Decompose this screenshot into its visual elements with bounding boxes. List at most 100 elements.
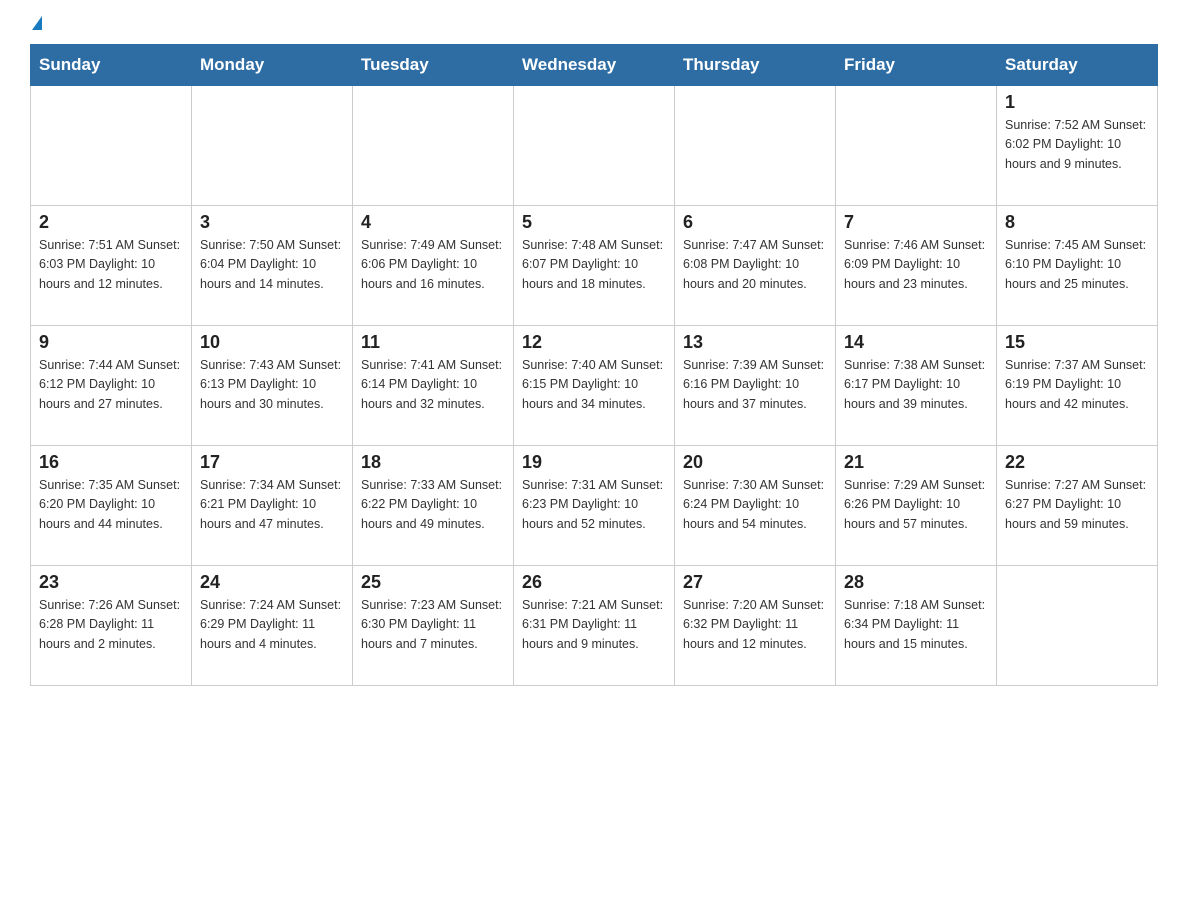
- calendar-day-cell: [836, 86, 997, 206]
- day-number: 5: [522, 212, 666, 233]
- day-number: 26: [522, 572, 666, 593]
- calendar-day-cell: [997, 566, 1158, 686]
- calendar-day-cell: 16 Sunrise: 7:35 AM Sunset: 6:20 PM Dayli…: [31, 446, 192, 566]
- calendar-week-row: 16 Sunrise: 7:35 AM Sunset: 6:20 PM Dayli…: [31, 446, 1158, 566]
- day-number: 21: [844, 452, 988, 473]
- calendar-day-cell: 18 Sunrise: 7:33 AM Sunset: 6:22 PM Dayli…: [353, 446, 514, 566]
- day-number: 27: [683, 572, 827, 593]
- calendar-day-header: Wednesday: [514, 45, 675, 86]
- calendar-day-cell: 12 Sunrise: 7:40 AM Sunset: 6:15 PM Dayli…: [514, 326, 675, 446]
- day-info: Sunrise: 7:30 AM Sunset: 6:24 PM Dayligh…: [683, 476, 827, 534]
- calendar-day-cell: 23 Sunrise: 7:26 AM Sunset: 6:28 PM Dayli…: [31, 566, 192, 686]
- day-number: 8: [1005, 212, 1149, 233]
- day-number: 19: [522, 452, 666, 473]
- day-info: Sunrise: 7:47 AM Sunset: 6:08 PM Dayligh…: [683, 236, 827, 294]
- day-info: Sunrise: 7:31 AM Sunset: 6:23 PM Dayligh…: [522, 476, 666, 534]
- day-info: Sunrise: 7:18 AM Sunset: 6:34 PM Dayligh…: [844, 596, 988, 654]
- calendar-day-cell: 3 Sunrise: 7:50 AM Sunset: 6:04 PM Daylig…: [192, 206, 353, 326]
- calendar-day-header: Sunday: [31, 45, 192, 86]
- calendar-day-cell: 25 Sunrise: 7:23 AM Sunset: 6:30 PM Dayli…: [353, 566, 514, 686]
- calendar-day-header: Saturday: [997, 45, 1158, 86]
- day-info: Sunrise: 7:29 AM Sunset: 6:26 PM Dayligh…: [844, 476, 988, 534]
- day-number: 7: [844, 212, 988, 233]
- day-info: Sunrise: 7:50 AM Sunset: 6:04 PM Dayligh…: [200, 236, 344, 294]
- day-number: 10: [200, 332, 344, 353]
- day-number: 2: [39, 212, 183, 233]
- day-info: Sunrise: 7:26 AM Sunset: 6:28 PM Dayligh…: [39, 596, 183, 654]
- calendar-day-cell: 26 Sunrise: 7:21 AM Sunset: 6:31 PM Dayli…: [514, 566, 675, 686]
- calendar-day-cell: 4 Sunrise: 7:49 AM Sunset: 6:06 PM Daylig…: [353, 206, 514, 326]
- day-info: Sunrise: 7:39 AM Sunset: 6:16 PM Dayligh…: [683, 356, 827, 414]
- day-number: 25: [361, 572, 505, 593]
- calendar-day-cell: 6 Sunrise: 7:47 AM Sunset: 6:08 PM Daylig…: [675, 206, 836, 326]
- day-info: Sunrise: 7:49 AM Sunset: 6:06 PM Dayligh…: [361, 236, 505, 294]
- calendar-day-cell: 17 Sunrise: 7:34 AM Sunset: 6:21 PM Dayli…: [192, 446, 353, 566]
- calendar-day-cell: 14 Sunrise: 7:38 AM Sunset: 6:17 PM Dayli…: [836, 326, 997, 446]
- day-info: Sunrise: 7:20 AM Sunset: 6:32 PM Dayligh…: [683, 596, 827, 654]
- day-number: 9: [39, 332, 183, 353]
- calendar-week-row: 23 Sunrise: 7:26 AM Sunset: 6:28 PM Dayli…: [31, 566, 1158, 686]
- calendar-week-row: 9Sunrise: 7:44 AM Sunset: 6:12 PM Daylig…: [31, 326, 1158, 446]
- calendar-day-cell: 2 Sunrise: 7:51 AM Sunset: 6:03 PM Daylig…: [31, 206, 192, 326]
- day-number: 1: [1005, 92, 1149, 113]
- day-number: 28: [844, 572, 988, 593]
- day-number: 18: [361, 452, 505, 473]
- calendar-day-cell: [31, 86, 192, 206]
- calendar-day-cell: 1 Sunrise: 7:52 AM Sunset: 6:02 PM Daylig…: [997, 86, 1158, 206]
- calendar-day-cell: [675, 86, 836, 206]
- calendar-day-cell: 24Sunrise: 7:24 AM Sunset: 6:29 PM Dayli…: [192, 566, 353, 686]
- day-number: 12: [522, 332, 666, 353]
- calendar-day-header: Thursday: [675, 45, 836, 86]
- calendar-day-cell: 7 Sunrise: 7:46 AM Sunset: 6:09 PM Daylig…: [836, 206, 997, 326]
- day-number: 22: [1005, 452, 1149, 473]
- day-info: Sunrise: 7:40 AM Sunset: 6:15 PM Dayligh…: [522, 356, 666, 414]
- day-number: 15: [1005, 332, 1149, 353]
- calendar-day-header: Tuesday: [353, 45, 514, 86]
- day-info: Sunrise: 7:45 AM Sunset: 6:10 PM Dayligh…: [1005, 236, 1149, 294]
- day-number: 20: [683, 452, 827, 473]
- calendar-day-cell: 21 Sunrise: 7:29 AM Sunset: 6:26 PM Dayli…: [836, 446, 997, 566]
- day-number: 17: [200, 452, 344, 473]
- logo-triangle-icon: [32, 16, 42, 30]
- day-number: 6: [683, 212, 827, 233]
- calendar-day-header: Monday: [192, 45, 353, 86]
- day-info: Sunrise: 7:33 AM Sunset: 6:22 PM Dayligh…: [361, 476, 505, 534]
- calendar-day-cell: 22 Sunrise: 7:27 AM Sunset: 6:27 PM Dayli…: [997, 446, 1158, 566]
- calendar-day-cell: 5 Sunrise: 7:48 AM Sunset: 6:07 PM Daylig…: [514, 206, 675, 326]
- calendar-day-cell: 9Sunrise: 7:44 AM Sunset: 6:12 PM Daylig…: [31, 326, 192, 446]
- calendar-day-cell: 28 Sunrise: 7:18 AM Sunset: 6:34 PM Dayli…: [836, 566, 997, 686]
- day-info: Sunrise: 7:41 AM Sunset: 6:14 PM Dayligh…: [361, 356, 505, 414]
- day-info: Sunrise: 7:23 AM Sunset: 6:30 PM Dayligh…: [361, 596, 505, 654]
- day-info: Sunrise: 7:52 AM Sunset: 6:02 PM Dayligh…: [1005, 116, 1149, 174]
- calendar-table: SundayMondayTuesdayWednesdayThursdayFrid…: [30, 44, 1158, 686]
- calendar-day-cell: 8 Sunrise: 7:45 AM Sunset: 6:10 PM Daylig…: [997, 206, 1158, 326]
- day-info: Sunrise: 7:43 AM Sunset: 6:13 PM Dayligh…: [200, 356, 344, 414]
- calendar-day-cell: [514, 86, 675, 206]
- calendar-day-cell: 15Sunrise: 7:37 AM Sunset: 6:19 PM Dayli…: [997, 326, 1158, 446]
- calendar-day-header: Friday: [836, 45, 997, 86]
- day-info: Sunrise: 7:46 AM Sunset: 6:09 PM Dayligh…: [844, 236, 988, 294]
- day-info: Sunrise: 7:27 AM Sunset: 6:27 PM Dayligh…: [1005, 476, 1149, 534]
- day-info: Sunrise: 7:21 AM Sunset: 6:31 PM Dayligh…: [522, 596, 666, 654]
- calendar-week-row: 2 Sunrise: 7:51 AM Sunset: 6:03 PM Daylig…: [31, 206, 1158, 326]
- logo: [30, 20, 42, 34]
- day-number: 23: [39, 572, 183, 593]
- day-info: Sunrise: 7:35 AM Sunset: 6:20 PM Dayligh…: [39, 476, 183, 534]
- day-number: 16: [39, 452, 183, 473]
- calendar-day-cell: 11 Sunrise: 7:41 AM Sunset: 6:14 PM Dayli…: [353, 326, 514, 446]
- day-number: 13: [683, 332, 827, 353]
- calendar-week-row: 1 Sunrise: 7:52 AM Sunset: 6:02 PM Daylig…: [31, 86, 1158, 206]
- day-number: 3: [200, 212, 344, 233]
- day-info: Sunrise: 7:48 AM Sunset: 6:07 PM Dayligh…: [522, 236, 666, 294]
- calendar-day-cell: 13 Sunrise: 7:39 AM Sunset: 6:16 PM Dayli…: [675, 326, 836, 446]
- calendar-header-row: SundayMondayTuesdayWednesdayThursdayFrid…: [31, 45, 1158, 86]
- day-number: 4: [361, 212, 505, 233]
- day-info: Sunrise: 7:51 AM Sunset: 6:03 PM Dayligh…: [39, 236, 183, 294]
- day-info: Sunrise: 7:34 AM Sunset: 6:21 PM Dayligh…: [200, 476, 344, 534]
- day-number: 14: [844, 332, 988, 353]
- day-info: Sunrise: 7:38 AM Sunset: 6:17 PM Dayligh…: [844, 356, 988, 414]
- day-number: 11: [361, 332, 505, 353]
- page-header: [30, 20, 1158, 34]
- calendar-day-cell: 20 Sunrise: 7:30 AM Sunset: 6:24 PM Dayli…: [675, 446, 836, 566]
- calendar-day-cell: [353, 86, 514, 206]
